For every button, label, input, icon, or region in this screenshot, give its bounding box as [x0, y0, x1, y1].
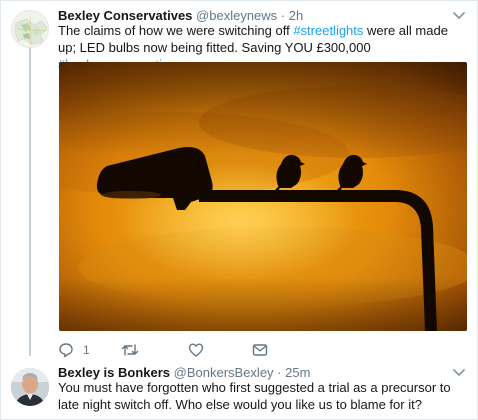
- heart-icon: [188, 343, 204, 357]
- tweet[interactable]: Bexley Conservatives @bexleynews · 2h Th…: [0, 0, 478, 362]
- retweet-icon: [121, 344, 139, 356]
- author-name[interactable]: Bexley Conservatives: [58, 8, 192, 23]
- chevron-down-icon[interactable]: [452, 11, 466, 21]
- separator-dot: ·: [277, 365, 282, 380]
- tweet-header: Bexley is Bonkers @BonkersBexley · 25m: [58, 365, 310, 380]
- chevron-down-icon[interactable]: [452, 368, 466, 378]
- person-photo-avatar-image: [11, 368, 49, 406]
- author-handle[interactable]: @bexleynews: [196, 8, 277, 23]
- person-photo-avatar[interactable]: [11, 368, 49, 406]
- streetlight-birds-photo: [59, 62, 467, 331]
- tweet-photo[interactable]: [59, 62, 467, 331]
- timestamp[interactable]: 2h: [289, 8, 303, 23]
- timestamp[interactable]: 25m: [285, 365, 310, 380]
- tweet-text-part: The claims of how we were switching off: [58, 23, 294, 38]
- hashtag-link-streetlights[interactable]: #streetlights: [293, 23, 363, 38]
- retweet-button[interactable]: [121, 340, 139, 360]
- author-handle[interactable]: @BonkersBexley: [174, 365, 274, 380]
- like-button[interactable]: [188, 340, 204, 360]
- tweet-actions: 1: [58, 340, 318, 360]
- reply-icon: [59, 343, 73, 358]
- separator-dot: ·: [280, 8, 286, 23]
- map-avatar[interactable]: [11, 10, 49, 48]
- envelope-icon: [252, 344, 268, 356]
- map-avatar-image: [12, 11, 48, 47]
- reply-count: 1: [83, 343, 90, 357]
- tweet-text: You must have forgotten who first sugges…: [58, 380, 451, 412]
- tweet-header: Bexley Conservatives @bexleynews · 2h: [58, 8, 303, 23]
- direct-message-button[interactable]: [252, 340, 268, 360]
- reply-button[interactable]: 1: [58, 340, 90, 360]
- author-name[interactable]: Bexley is Bonkers: [58, 365, 170, 380]
